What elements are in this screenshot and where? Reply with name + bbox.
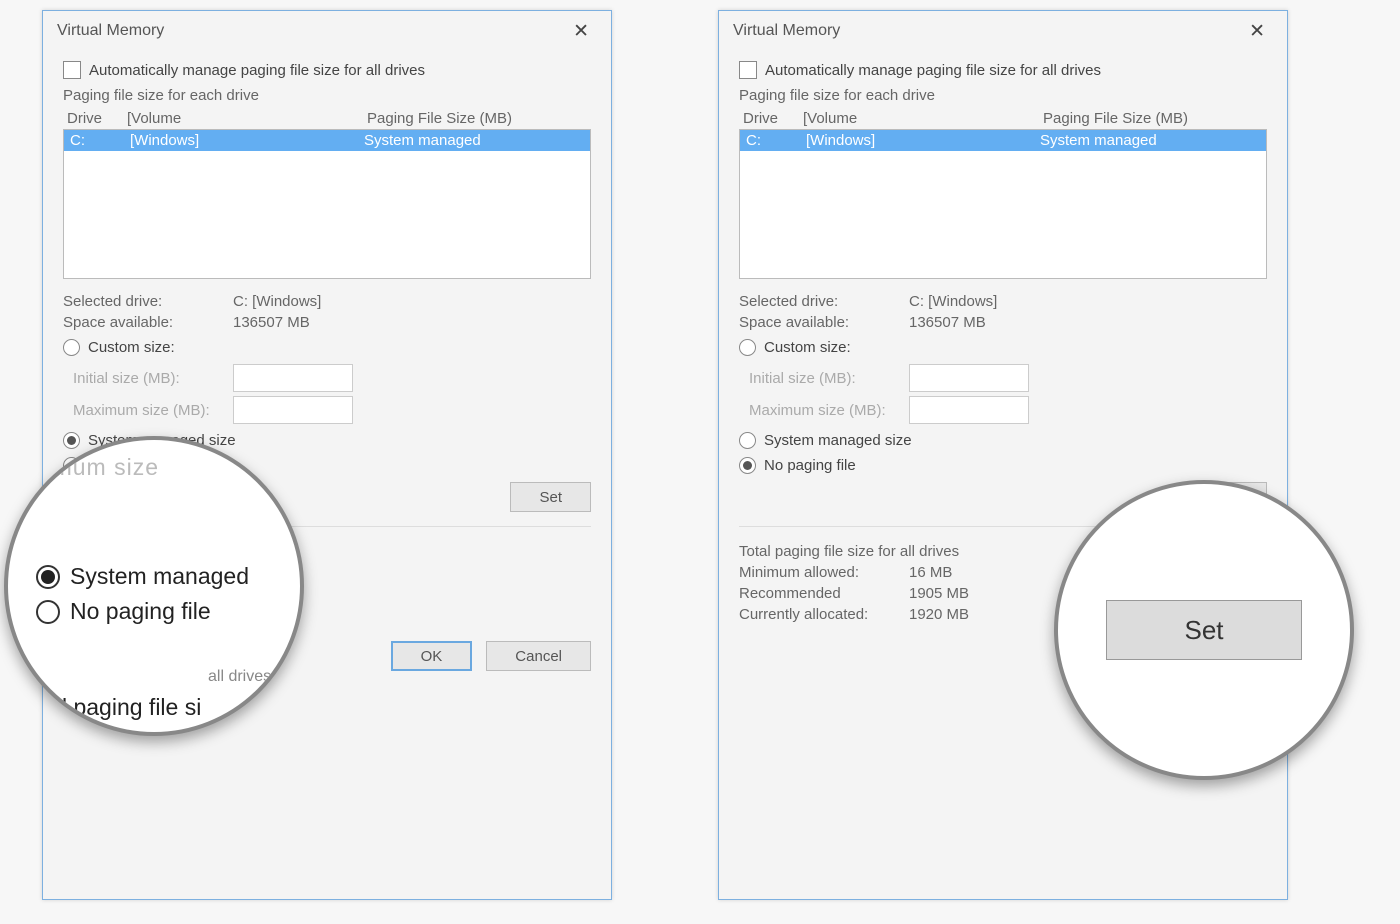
no-paging-label: No paging file	[764, 457, 856, 474]
selected-drive-label: Selected drive:	[739, 293, 909, 310]
auto-manage-checkbox[interactable]	[63, 61, 81, 79]
max-size-input[interactable]	[909, 396, 1029, 424]
drive-list-headers: Drive [Volume Paging File Size (MB)	[67, 110, 587, 127]
min-allowed-value: 16 MB	[909, 564, 952, 581]
magnifier-right: Set	[1054, 480, 1354, 780]
ok-button[interactable]: OK	[391, 641, 473, 671]
drive-row-c[interactable]: C: [Windows] System managed	[740, 130, 1266, 151]
drive-size: System managed	[1040, 132, 1260, 149]
titlebar: Virtual Memory ✕	[43, 11, 611, 51]
currently-allocated-value: 1920 MB	[909, 606, 969, 623]
selected-drive-label: Selected drive:	[63, 293, 233, 310]
mag-radio-no-paging[interactable]	[36, 600, 60, 624]
radio-no-paging[interactable]	[739, 457, 756, 474]
drive-row-c[interactable]: C: [Windows] System managed	[64, 130, 590, 151]
max-size-input[interactable]	[233, 396, 353, 424]
col-volume-header: [Volume	[803, 110, 1043, 127]
titlebar: Virtual Memory ✕	[719, 11, 1287, 51]
col-volume-header: [Volume	[127, 110, 367, 127]
selected-drive-value: C: [Windows]	[909, 293, 997, 310]
selected-drive-value: C: [Windows]	[233, 293, 321, 310]
close-icon[interactable]: ✕	[565, 20, 597, 43]
drive-size: System managed	[364, 132, 584, 149]
auto-manage-label: Automatically manage paging file size fo…	[89, 62, 425, 79]
recommended-label: Recommended	[739, 585, 909, 602]
mag-fragment-16mb: 16 MB	[243, 698, 289, 716]
mag-set-button[interactable]: Set	[1106, 600, 1302, 660]
mag-system-managed-label: System managed	[70, 563, 249, 590]
group-label: Paging file size for each drive	[739, 87, 1267, 104]
mag-fragment-totals: otal paging file si	[30, 694, 201, 721]
mag-fragment-max: ximum size	[34, 454, 159, 481]
drive-volume: [Windows]	[806, 132, 1040, 149]
max-size-label: Maximum size (MB):	[749, 402, 909, 419]
col-size-header: Paging File Size (MB)	[1043, 110, 1263, 127]
group-label: Paging file size for each drive	[63, 87, 591, 104]
currently-allocated-label: Currently allocated:	[739, 606, 909, 623]
space-available-label: Space available:	[63, 314, 233, 331]
dialog-title: Virtual Memory	[733, 22, 840, 40]
radio-custom-size[interactable]	[63, 339, 80, 356]
initial-size-label: Initial size (MB):	[749, 370, 909, 387]
radio-custom-size[interactable]	[739, 339, 756, 356]
drive-letter: C:	[70, 132, 130, 149]
space-available-value: 136507 MB	[233, 314, 310, 331]
col-drive-header: Drive	[67, 110, 127, 127]
mag-radio-system-managed[interactable]	[36, 565, 60, 589]
drive-letter: C:	[746, 132, 806, 149]
drive-volume: [Windows]	[130, 132, 364, 149]
col-size-header: Paging File Size (MB)	[367, 110, 587, 127]
mag-fragment-all-drives: all drives	[208, 668, 271, 686]
set-button[interactable]: Set	[510, 482, 591, 512]
auto-manage-checkbox[interactable]	[739, 61, 757, 79]
system-managed-label: System managed size	[764, 432, 912, 449]
drive-listbox[interactable]: C: [Windows] System managed	[739, 129, 1267, 279]
recommended-value: 1905 MB	[909, 585, 969, 602]
magnifier-left: ximum size System managed No paging file…	[4, 436, 304, 736]
space-available-value: 136507 MB	[909, 314, 986, 331]
auto-manage-label: Automatically manage paging file size fo…	[765, 62, 1101, 79]
col-drive-header: Drive	[743, 110, 803, 127]
drive-list-headers: Drive [Volume Paging File Size (MB)	[743, 110, 1263, 127]
radio-system-managed[interactable]	[739, 432, 756, 449]
custom-size-label: Custom size:	[764, 339, 851, 356]
custom-size-label: Custom size:	[88, 339, 175, 356]
close-icon[interactable]: ✕	[1241, 20, 1273, 43]
dialog-title: Virtual Memory	[57, 22, 164, 40]
cancel-button[interactable]: Cancel	[486, 641, 591, 671]
drive-listbox[interactable]: C: [Windows] System managed	[63, 129, 591, 279]
max-size-label: Maximum size (MB):	[73, 402, 233, 419]
initial-size-input[interactable]	[909, 364, 1029, 392]
mag-no-paging-label: No paging file	[70, 598, 211, 625]
initial-size-label: Initial size (MB):	[73, 370, 233, 387]
initial-size-input[interactable]	[233, 364, 353, 392]
min-allowed-label: Minimum allowed:	[739, 564, 909, 581]
space-available-label: Space available:	[739, 314, 909, 331]
